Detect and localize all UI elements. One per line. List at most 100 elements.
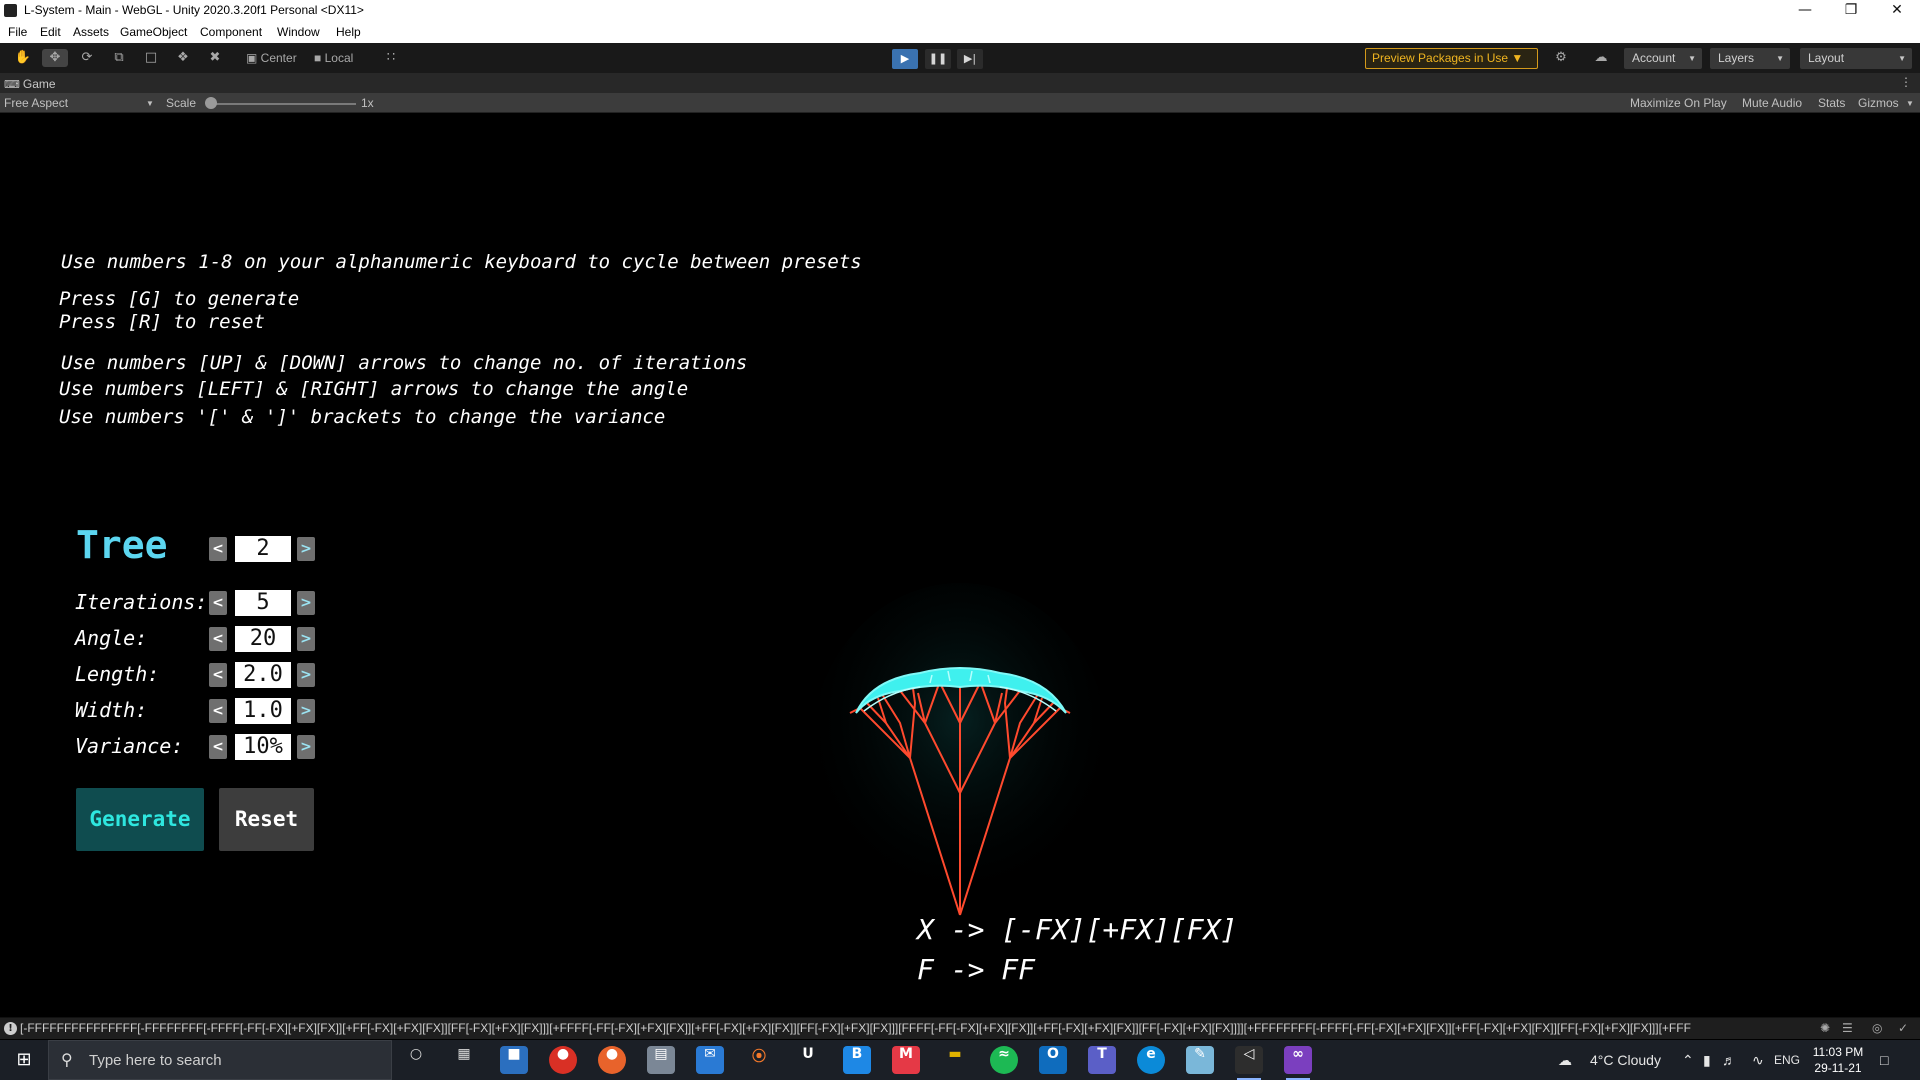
task-view-icon[interactable]: ▦ bbox=[450, 1046, 478, 1074]
preset-value: 2 bbox=[235, 536, 291, 562]
pen-app-icon[interactable]: ✎ bbox=[1186, 1046, 1214, 1074]
layers-dropdown[interactable]: Layers ▼ bbox=[1710, 48, 1790, 69]
preview-packages-dropdown[interactable]: Preview Packages in Use ▼ bbox=[1365, 48, 1538, 69]
file-explorer-icon[interactable]: ■ bbox=[500, 1046, 528, 1074]
move-tool-icon[interactable]: ✥ bbox=[42, 49, 68, 67]
cortana-icon[interactable]: ○ bbox=[402, 1046, 430, 1074]
teams-icon[interactable]: T bbox=[1088, 1046, 1116, 1074]
windows-start-icon[interactable]: ⊞ bbox=[0, 1040, 48, 1080]
services-gear-icon[interactable]: ⚙ bbox=[1548, 49, 1574, 67]
battery-icon[interactable]: ▮ bbox=[1703, 1052, 1711, 1069]
firefox-icon[interactable]: ● bbox=[598, 1046, 626, 1074]
search-icon: ⚲ bbox=[61, 1050, 73, 1069]
generate-button[interactable]: Generate bbox=[76, 788, 204, 851]
visual-studio-icon[interactable]: ∞ bbox=[1284, 1046, 1312, 1080]
menu-assets[interactable]: Assets bbox=[73, 25, 109, 39]
notepad-icon[interactable]: ▤ bbox=[647, 1046, 675, 1074]
chevron-down-icon: ▼ bbox=[1511, 51, 1524, 65]
pivot-toggle[interactable]: ▣ Center bbox=[242, 49, 302, 67]
unreal-icon[interactable]: U bbox=[794, 1046, 822, 1074]
iterations-label: Iterations: bbox=[75, 590, 208, 614]
scale-slider-handle[interactable] bbox=[205, 97, 217, 109]
gizmos-toggle[interactable]: Gizmos bbox=[1858, 96, 1899, 110]
length-increase-button[interactable]: > bbox=[297, 663, 315, 687]
system-clock[interactable]: 11:03 PM 29-11-21 bbox=[1808, 1044, 1868, 1076]
console-status-bar[interactable]: ! [-FFFFFFFFFFFFFFF[-FFFFFFFF[-FFFF[-FF[… bbox=[0, 1017, 1920, 1039]
grid-snap-icon[interactable]: ∷ bbox=[378, 49, 404, 67]
globe-icon[interactable]: ◎ bbox=[1872, 1021, 1882, 1035]
close-button[interactable]: ✕ bbox=[1874, 0, 1920, 22]
chevron-down-icon: ▼ bbox=[1906, 99, 1914, 108]
kebab-menu-icon[interactable]: ⋮ bbox=[1900, 75, 1912, 89]
preset-prev-button[interactable]: < bbox=[209, 537, 227, 561]
reset-button[interactable]: Reset bbox=[219, 788, 314, 851]
iterations-increase-button[interactable]: > bbox=[297, 591, 315, 615]
title-bar: L-System - Main - WebGL - Unity 2020.3.2… bbox=[0, 0, 1920, 22]
database-icon[interactable]: ☰ bbox=[1842, 1021, 1853, 1035]
rule-x: X -> [-FX][+FX][FX] bbox=[917, 913, 1238, 946]
instruction-presets: Use numbers 1-8 on your alphanumeric key… bbox=[61, 251, 862, 273]
length-label: Length: bbox=[75, 662, 160, 686]
angle-increase-button[interactable]: > bbox=[297, 627, 315, 651]
mail-icon[interactable]: ✉ bbox=[696, 1046, 724, 1074]
menu-gameobject[interactable]: GameObject bbox=[120, 25, 187, 39]
mute-audio-toggle[interactable]: Mute Audio bbox=[1742, 96, 1802, 110]
menu-window[interactable]: Window bbox=[277, 25, 320, 39]
blender-icon[interactable]: ⦿ bbox=[745, 1046, 773, 1074]
unity-taskbar-icon[interactable]: ◁ bbox=[1235, 1046, 1263, 1080]
transform-tool-icon[interactable]: ❖ bbox=[170, 49, 196, 67]
game-viewport[interactable]: Use numbers 1-8 on your alphanumeric key… bbox=[0, 113, 1920, 1017]
length-decrease-button[interactable]: < bbox=[209, 663, 227, 687]
step-button[interactable]: ▶| bbox=[957, 49, 983, 69]
volume-icon[interactable]: ♬ bbox=[1722, 1052, 1736, 1068]
bar-app-icon[interactable]: ▬ bbox=[941, 1046, 969, 1074]
bug-icon[interactable]: ✺ bbox=[1820, 1021, 1830, 1035]
menu-edit[interactable]: Edit bbox=[40, 25, 61, 39]
b-app-icon[interactable]: B bbox=[843, 1046, 871, 1074]
edge-icon[interactable]: e bbox=[1137, 1046, 1165, 1074]
weather-icon[interactable]: ☁ bbox=[1558, 1052, 1572, 1069]
preset-next-button[interactable]: > bbox=[297, 537, 315, 561]
rotate-tool-icon[interactable]: ⟳ bbox=[74, 49, 100, 67]
account-dropdown[interactable]: Account ▼ bbox=[1624, 48, 1702, 69]
outlook-icon[interactable]: O bbox=[1039, 1046, 1067, 1074]
check-circle-icon[interactable]: ✓ bbox=[1898, 1021, 1908, 1035]
menu-component[interactable]: Component bbox=[200, 25, 262, 39]
scale-tool-icon[interactable]: ⧉ bbox=[106, 49, 132, 67]
tab-game[interactable]: ⌨ Game bbox=[4, 75, 64, 93]
tray-chevron-up-icon[interactable]: ⌃ bbox=[1682, 1052, 1694, 1069]
restore-button[interactable]: ❐ bbox=[1828, 0, 1874, 22]
cloud-icon[interactable]: ☁ bbox=[1588, 49, 1614, 67]
chrome-icon[interactable]: ● bbox=[549, 1046, 577, 1074]
scale-slider-track[interactable] bbox=[208, 103, 356, 105]
weather-text[interactable]: 4°C Cloudy bbox=[1590, 1052, 1661, 1068]
rect-tool-icon[interactable]: □ bbox=[138, 49, 164, 67]
console-last-message[interactable]: [-FFFFFFFFFFFFFFF[-FFFFFFFF[-FFFF[-FF[-F… bbox=[20, 1021, 1790, 1035]
play-button[interactable]: ▶ bbox=[892, 49, 918, 69]
menu-help[interactable]: Help bbox=[336, 25, 361, 39]
variance-increase-button[interactable]: > bbox=[297, 735, 315, 759]
minimize-button[interactable]: — bbox=[1782, 0, 1828, 22]
iterations-decrease-button[interactable]: < bbox=[209, 591, 227, 615]
width-decrease-button[interactable]: < bbox=[209, 699, 227, 723]
spotify-icon[interactable]: ≈ bbox=[990, 1046, 1018, 1074]
pause-button[interactable]: ❚❚ bbox=[925, 49, 951, 69]
width-increase-button[interactable]: > bbox=[297, 699, 315, 723]
space-toggle[interactable]: ■ Local bbox=[310, 49, 368, 67]
m-app-icon[interactable]: M bbox=[892, 1046, 920, 1074]
aspect-dropdown[interactable]: Free Aspect bbox=[4, 96, 68, 110]
custom-tool-icon[interactable]: ✖ bbox=[202, 49, 228, 67]
layout-dropdown[interactable]: Layout ▼ bbox=[1800, 48, 1912, 69]
notification-icon[interactable]: □ bbox=[1880, 1052, 1888, 1068]
maximize-on-play-toggle[interactable]: Maximize On Play bbox=[1630, 96, 1727, 110]
language-indicator[interactable]: ENG bbox=[1774, 1053, 1800, 1067]
menu-file[interactable]: File bbox=[8, 25, 27, 39]
wifi-icon[interactable]: ∿ bbox=[1752, 1052, 1764, 1069]
taskbar-search-box[interactable]: ⚲ Type here to search bbox=[48, 1040, 392, 1080]
chevron-down-icon: ▼ bbox=[1688, 54, 1696, 63]
info-icon: ! bbox=[4, 1022, 17, 1035]
stats-toggle[interactable]: Stats bbox=[1818, 96, 1845, 110]
variance-decrease-button[interactable]: < bbox=[209, 735, 227, 759]
angle-decrease-button[interactable]: < bbox=[209, 627, 227, 651]
hand-tool-icon[interactable]: ✋ bbox=[10, 49, 36, 67]
